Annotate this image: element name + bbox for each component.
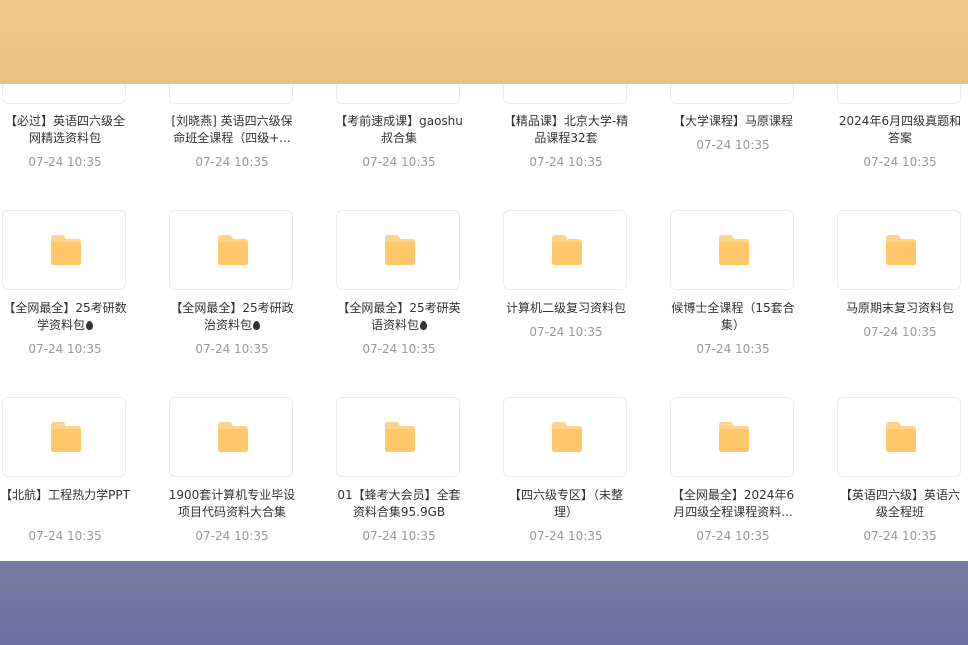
folder-name[interactable]: 【全网最全】25考研数学资料包	[0, 300, 130, 334]
folder-thumbnail[interactable]	[2, 397, 126, 477]
folder-icon	[218, 422, 248, 452]
folder-icon	[385, 235, 415, 265]
folder-thumbnail[interactable]	[169, 210, 293, 290]
folder-name-text: 【全网最全】25考研英语资料包	[337, 301, 461, 332]
folder-icon	[385, 422, 415, 452]
folder-thumbnail[interactable]	[837, 210, 961, 290]
folder-icon	[552, 422, 582, 452]
folder-date: 07-24 10:35	[362, 342, 436, 356]
folder-date: 07-24 10:35	[28, 529, 102, 543]
folder-name[interactable]: 【考前速成课】gaoshu叔合集	[334, 113, 464, 147]
folder-date: 07-24 10:35	[529, 529, 603, 543]
droplet-icon	[253, 321, 260, 330]
folder-name[interactable]: 候博士全课程（15套合集）	[668, 300, 798, 334]
top-gradient-band	[0, 0, 968, 84]
file-grid: 【必过】英语四六级全网精选资料包 07-24 10:35 [刘晓燕] 英语四六级…	[0, 0, 968, 561]
folder-name[interactable]: 01【蜂考大会员】全套资料合集95.9GB	[334, 487, 464, 521]
folder-icon	[51, 235, 81, 265]
folder-date: 07-24 10:35	[863, 325, 937, 339]
folder-date: 07-24 10:35	[529, 155, 603, 169]
folder-thumbnail[interactable]	[670, 397, 794, 477]
folder-thumbnail[interactable]	[503, 210, 627, 290]
folder-date: 07-24 10:35	[696, 138, 770, 152]
droplet-icon	[86, 321, 93, 330]
folder-date: 07-24 10:35	[863, 529, 937, 543]
folder-date: 07-24 10:35	[362, 529, 436, 543]
folder-date: 07-24 10:35	[28, 155, 102, 169]
folder-name[interactable]: 【英语四六级】英语六级全程班	[835, 487, 965, 521]
bottom-gradient-band	[0, 561, 968, 645]
folder-thumbnail[interactable]	[336, 397, 460, 477]
folder-name[interactable]: 马原期末复习资料包	[835, 300, 965, 317]
folder-icon	[51, 422, 81, 452]
folder-icon	[719, 235, 749, 265]
droplet-icon	[420, 321, 427, 330]
folder-date: 07-24 10:35	[28, 342, 102, 356]
folder-date: 07-24 10:35	[529, 325, 603, 339]
folder-name[interactable]: 【四六级专区】（未整理）	[501, 487, 631, 521]
folder-name[interactable]: 计算机二级复习资料包	[501, 300, 631, 317]
folder-thumbnail[interactable]	[2, 210, 126, 290]
folder-icon	[552, 235, 582, 265]
folder-date: 07-24 10:35	[696, 342, 770, 356]
folder-name[interactable]: 2024年6月四级真题和答案	[835, 113, 965, 147]
folder-thumbnail[interactable]	[837, 397, 961, 477]
folder-name[interactable]: 【全网最全】2024年6月四级全程课程资料...	[668, 487, 798, 521]
folder-date: 07-24 10:35	[195, 529, 269, 543]
folder-name-text: 【全网最全】25考研数学资料包	[3, 301, 127, 332]
folder-name[interactable]: 【必过】英语四六级全网精选资料包	[0, 113, 130, 147]
folder-date: 07-24 10:35	[195, 155, 269, 169]
folder-name[interactable]: 【大学课程】马原课程	[668, 113, 798, 130]
folder-icon	[719, 422, 749, 452]
folder-date: 07-24 10:35	[195, 342, 269, 356]
folder-date: 07-24 10:35	[696, 529, 770, 543]
folder-name[interactable]: 【全网最全】25考研政治资料包	[167, 300, 297, 334]
folder-icon	[218, 235, 248, 265]
folder-name-text: 【全网最全】25考研政治资料包	[170, 301, 294, 332]
folder-date: 07-24 10:35	[362, 155, 436, 169]
folder-name[interactable]: 【全网最全】25考研英语资料包	[334, 300, 464, 334]
folder-icon	[886, 422, 916, 452]
folder-thumbnail[interactable]	[169, 397, 293, 477]
folder-name[interactable]: 【北航】工程热力学PPT	[0, 487, 130, 504]
folder-thumbnail[interactable]	[670, 210, 794, 290]
folder-thumbnail[interactable]	[336, 210, 460, 290]
folder-date: 07-24 10:35	[863, 155, 937, 169]
page: 【必过】英语四六级全网精选资料包 07-24 10:35 [刘晓燕] 英语四六级…	[0, 0, 968, 645]
folder-icon	[886, 235, 916, 265]
folder-name[interactable]: 【精品课】北京大学-精品课程32套	[501, 113, 631, 147]
folder-name[interactable]: [刘晓燕] 英语四六级保命班全课程（四级+...	[167, 113, 297, 147]
folder-name[interactable]: 1900套计算机专业毕设项目代码资料大合集	[167, 487, 297, 521]
folder-thumbnail[interactable]	[503, 397, 627, 477]
